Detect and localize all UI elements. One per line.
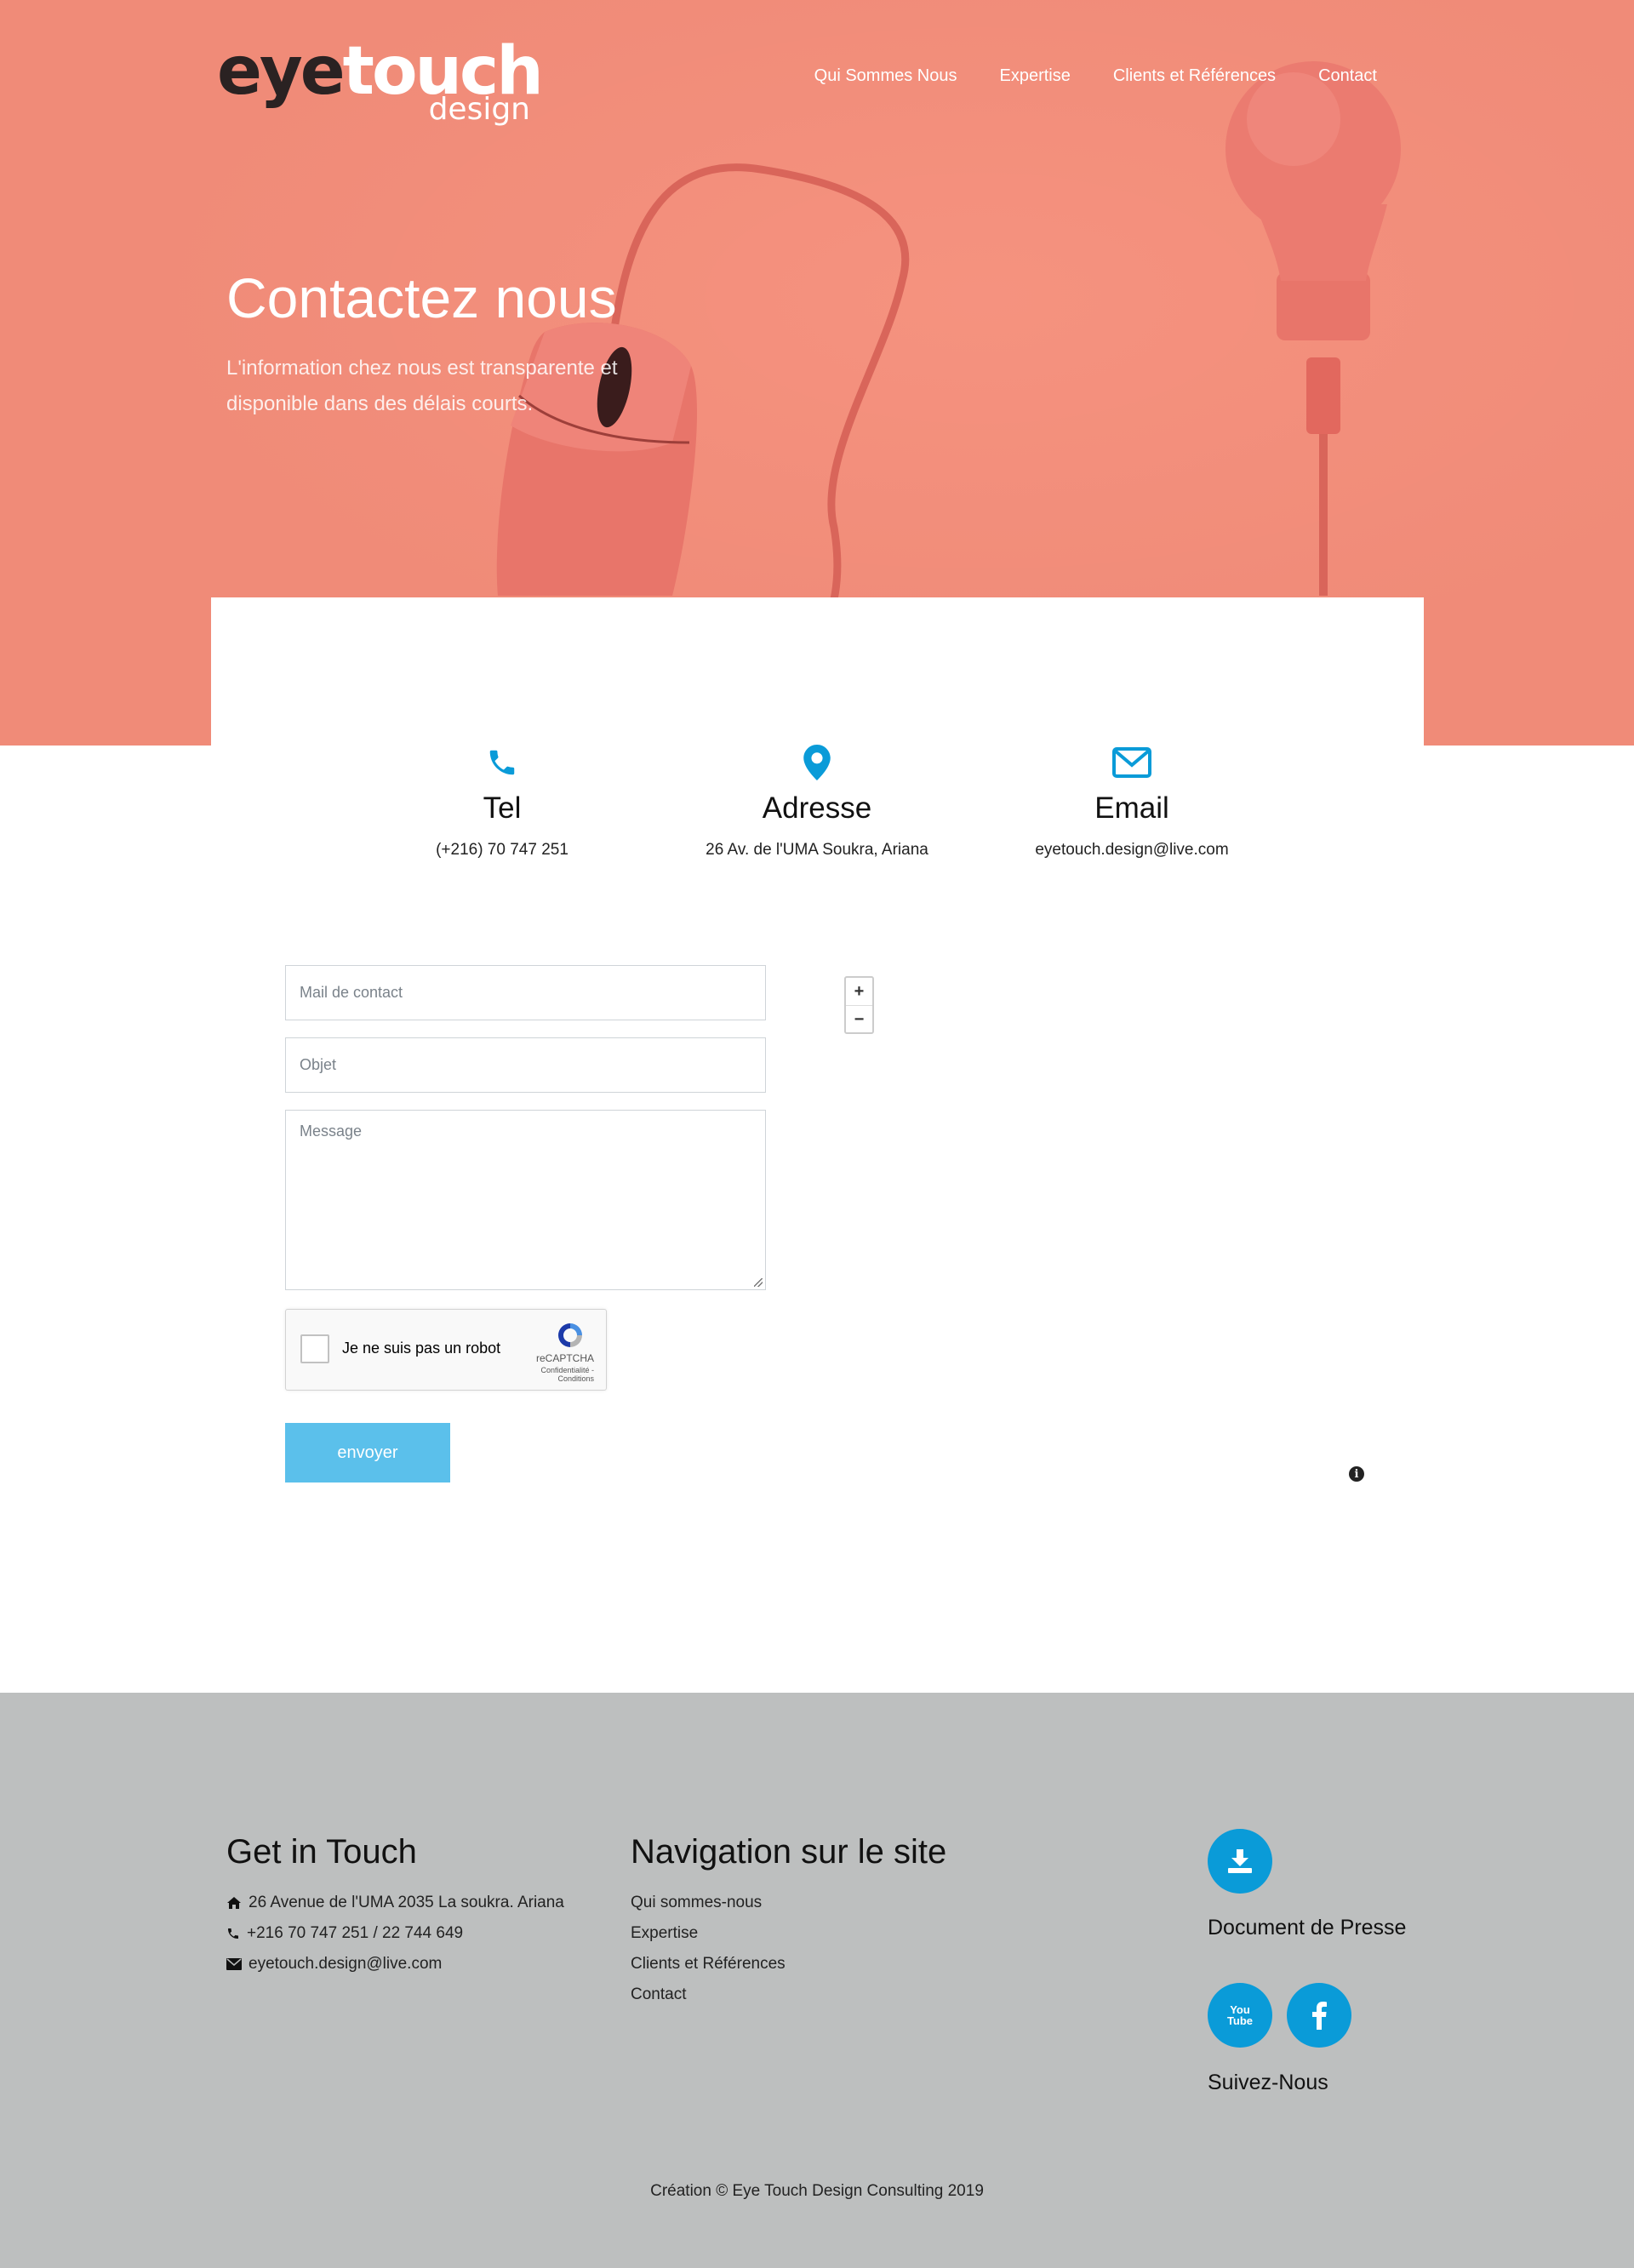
resize-handle-icon[interactable] <box>754 1278 763 1287</box>
download-press-button[interactable] <box>1208 1829 1272 1894</box>
footer-navigation-title: Navigation sur le site <box>631 1833 947 1871</box>
nav-item-contact[interactable]: Contact <box>1318 66 1377 86</box>
zoom-in-button[interactable]: + <box>846 978 872 1005</box>
youtube-icon: You Tube <box>1226 2003 1254 2027</box>
message-textarea[interactable]: Message <box>285 1110 766 1290</box>
zoom-out-button[interactable]: − <box>846 1006 872 1033</box>
send-button[interactable]: envoyer <box>285 1423 450 1482</box>
footer-link-clients-references[interactable]: Clients et Références <box>631 1955 786 1974</box>
recaptcha-widget: Je ne suis pas un robot reCAPTCHA Confid… <box>285 1309 607 1391</box>
footer-address: 26 Avenue de l'UMA 2035 La soukra. Arian… <box>226 1894 564 1912</box>
nav-item-qui-sommes-nous[interactable]: Qui Sommes Nous <box>814 66 957 86</box>
footer-address-text: 26 Avenue de l'UMA 2035 La soukra. Arian… <box>249 1894 564 1911</box>
email-field-placeholder: Mail de contact <box>300 984 403 1001</box>
map-zoom-control: + − <box>844 976 874 1034</box>
bulb-highlight <box>1247 72 1340 166</box>
recaptcha-terms-link[interactable]: Confidentialité - Conditions <box>517 1366 594 1383</box>
map-marker-icon <box>664 740 970 785</box>
bulb-neck <box>1255 204 1387 281</box>
footer-link-qui-sommes-nous[interactable]: Qui sommes-nous <box>631 1894 762 1912</box>
bulb-plug <box>1306 357 1340 434</box>
facebook-button[interactable] <box>1287 1983 1351 2048</box>
contact-info-email: Email eyetouch.design@live.com <box>979 740 1285 860</box>
bulb-base <box>1277 272 1370 340</box>
copyright: Création © Eye Touch Design Consulting 2… <box>650 2182 984 2200</box>
contact-info-value: 26 Av. de l'UMA Soukra, Ariana <box>706 841 928 859</box>
map-info-icon[interactable]: i <box>1349 1466 1364 1482</box>
recaptcha-checkbox[interactable] <box>300 1334 329 1363</box>
youtube-button[interactable]: You Tube <box>1208 1983 1272 2048</box>
download-icon <box>1228 1849 1252 1873</box>
contact-info-address: Adresse 26 Av. de l'UMA Soukra, Ariana <box>664 740 970 860</box>
document-de-presse-label: Document de Presse <box>1208 1916 1407 1940</box>
subject-field-placeholder: Objet <box>300 1056 337 1073</box>
logo-design-text: design <box>428 92 530 127</box>
envelope-icon <box>979 740 1285 785</box>
nav-item-clients-references[interactable]: Clients et Références <box>1113 66 1276 86</box>
contact-info-title: Email <box>1094 791 1169 825</box>
recaptcha-icon <box>558 1323 582 1347</box>
nav-item-expertise[interactable]: Expertise <box>999 66 1070 86</box>
footer-link-contact[interactable]: Contact <box>631 1985 686 2004</box>
main-nav: Qui Sommes Nous Expertise Clients et Réf… <box>814 66 1377 86</box>
contact-info-tel: Tel (+216) 70 747 251 <box>349 740 655 860</box>
recaptcha-brand: reCAPTCHA Confidentialité - Conditions <box>517 1320 594 1383</box>
recaptcha-label: Je ne suis pas un robot <box>342 1340 501 1357</box>
home-icon <box>227 1897 241 1909</box>
email-field[interactable]: Mail de contact <box>285 965 766 1020</box>
message-placeholder: Message <box>300 1123 363 1140</box>
footer-email-text: eyetouch.design@live.com <box>249 1955 443 1973</box>
envelope-icon <box>226 1958 242 1970</box>
footer-get-in-touch-title: Get in Touch <box>226 1833 417 1871</box>
contact-info-value: (+216) 70 747 251 <box>436 841 568 859</box>
subject-field[interactable]: Objet <box>285 1037 766 1093</box>
recaptcha-brand-text: reCAPTCHA <box>535 1352 594 1364</box>
footer-phone: +216 70 747 251 / 22 744 649 <box>226 1924 463 1943</box>
footer-email: eyetouch.design@live.com <box>226 1955 442 1974</box>
contact-info-title: Tel <box>483 791 522 825</box>
logo[interactable]: eyetouch design <box>217 37 544 131</box>
contact-info-value: eyetouch.design@live.com <box>1035 841 1229 859</box>
hero-subtitle: L'information chez nous est transparente… <box>226 357 618 415</box>
suivez-nous-label: Suivez-Nous <box>1208 2071 1328 2094</box>
page-title: Contactez nous <box>226 266 617 329</box>
phone-icon <box>349 740 655 785</box>
footer-phone-text: +216 70 747 251 / 22 744 649 <box>247 1924 464 1942</box>
footer-link-expertise[interactable]: Expertise <box>631 1924 698 1943</box>
facebook-icon <box>1312 2002 1327 2030</box>
contact-info-title: Adresse <box>762 791 872 825</box>
logo-eye-text: eye <box>217 33 346 110</box>
phone-icon <box>228 1928 238 1939</box>
